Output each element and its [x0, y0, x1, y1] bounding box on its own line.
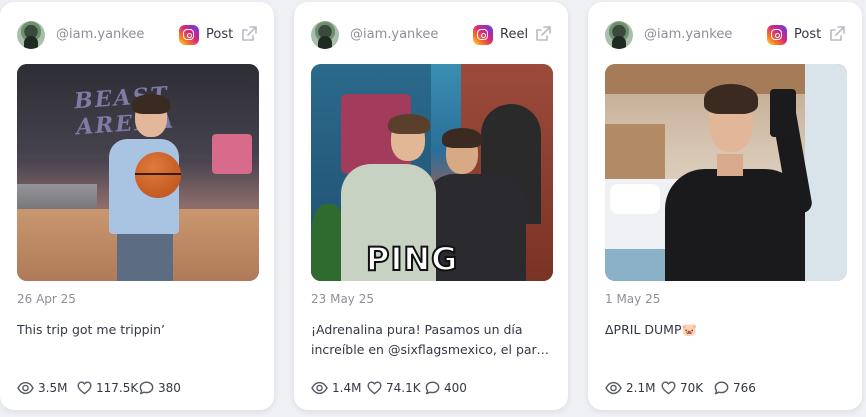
post-type-label: Post	[794, 27, 822, 42]
external-link-icon[interactable]	[534, 25, 552, 43]
post-image[interactable]	[605, 64, 847, 281]
comments-stat: 380	[139, 379, 181, 397]
post-date: 1 May 25	[605, 292, 661, 306]
heart-icon	[367, 381, 382, 395]
post-caption: ΔPRIL DUMP🐷	[605, 320, 845, 340]
post-card[interactable]: @iam.yankee Post 1 May 25 ΔPRIL DUMP🐷 2.…	[588, 2, 862, 410]
likes-stat: 117.5K	[77, 379, 138, 397]
post-caption: ¡Adrenalina pura! Pasamos un día increíb…	[311, 320, 551, 360]
instagram-icon	[473, 25, 493, 45]
card-header: @iam.yankee Post	[605, 21, 845, 49]
comments-stat: 400	[425, 379, 467, 397]
instagram-icon	[179, 25, 199, 45]
caption-line: This trip got me trippin’	[17, 322, 165, 337]
post-caption: This trip got me trippin’	[17, 320, 257, 340]
likes-count: 74.1K	[386, 381, 421, 395]
heart-icon	[661, 381, 676, 395]
likes-stat: 70K	[661, 379, 703, 397]
account-handle[interactable]: @iam.yankee	[56, 27, 144, 42]
post-card[interactable]: @iam.yankee Reel PING 23 May 25 ¡Adrenal…	[294, 2, 568, 410]
post-stats: 2.1M 70K 766	[605, 379, 845, 397]
post-card[interactable]: @iam.yankee Post BEAST ARENA 26 Apr 25 T…	[0, 2, 274, 410]
comment-icon	[714, 381, 729, 395]
views-stat: 2.1M	[605, 379, 655, 397]
views-count: 3.5M	[38, 381, 68, 395]
views-stat: 1.4M	[311, 379, 361, 397]
heart-icon	[77, 381, 92, 395]
post-date: 23 May 25	[311, 292, 374, 306]
post-stats: 1.4M 74.1K 400	[311, 379, 551, 397]
comments-stat: 766	[714, 379, 756, 397]
card-header: @iam.yankee Reel	[311, 21, 551, 49]
account-handle[interactable]: @iam.yankee	[350, 27, 438, 42]
views-count: 2.1M	[626, 381, 656, 395]
instagram-icon	[767, 25, 787, 45]
caption-line: ΔPRIL DUMP🐷	[605, 322, 698, 337]
external-link-icon[interactable]	[240, 25, 258, 43]
thumbnail-overlay-text: PING	[365, 239, 459, 279]
comment-icon	[425, 381, 440, 395]
account-handle[interactable]: @iam.yankee	[644, 27, 732, 42]
likes-count: 70K	[680, 381, 704, 395]
post-stats: 3.5M 117.5K 380	[17, 379, 257, 397]
post-image[interactable]: BEAST ARENA	[17, 64, 259, 281]
comment-icon	[139, 381, 154, 395]
eye-icon	[605, 381, 622, 395]
post-type-label: Reel	[500, 27, 529, 42]
post-type-label: Post	[206, 27, 234, 42]
avatar[interactable]	[605, 21, 633, 49]
eye-icon	[17, 381, 34, 395]
external-link-icon[interactable]	[828, 25, 846, 43]
views-stat: 3.5M	[17, 379, 67, 397]
caption-line: ¡Adrenalina pura! Pasamos un día	[311, 322, 523, 337]
likes-count: 117.5K	[96, 381, 139, 395]
likes-stat: 74.1K	[367, 379, 421, 397]
reel-thumbnail[interactable]: PING	[311, 64, 553, 281]
card-header: @iam.yankee Post	[17, 21, 257, 49]
post-date: 26 Apr 25	[17, 292, 76, 306]
eye-icon	[311, 381, 328, 395]
views-count: 1.4M	[332, 381, 362, 395]
avatar[interactable]	[311, 21, 339, 49]
avatar[interactable]	[17, 21, 45, 49]
caption-line: increíble en @sixflagsmexico, el parque.…	[311, 342, 551, 357]
comments-count: 766	[733, 381, 756, 395]
comments-count: 380	[158, 381, 181, 395]
comments-count: 400	[444, 381, 467, 395]
